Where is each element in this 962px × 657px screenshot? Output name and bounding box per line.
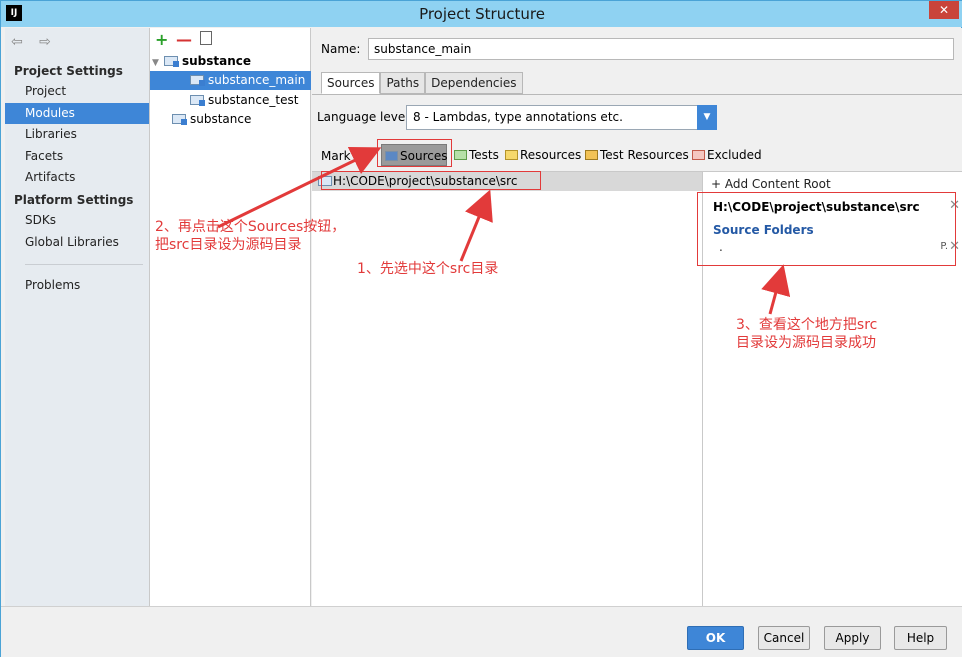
help-button[interactable]: Help [894,626,947,650]
mark-tests-button[interactable]: Tests [451,144,499,166]
test-resources-folder-icon [585,150,598,160]
tab-sources[interactable]: Sources [321,72,381,94]
highlight-content-root-box [697,192,956,266]
dialog-button-bar: OK Cancel Apply Help [1,606,962,657]
resources-folder-icon [505,150,518,160]
module-folder-icon [164,56,179,67]
tree-item-substance-second[interactable]: substance [172,110,251,129]
add-content-root-button[interactable]: + Add Content Root [711,177,831,191]
window-close-button[interactable]: ✕ [929,1,959,19]
module-name-input[interactable]: substance_main [368,38,954,60]
title-bar: IJ Project Structure ✕ [1,1,962,27]
add-icon[interactable]: + [155,30,168,49]
cancel-button[interactable]: Cancel [758,626,810,650]
nav-item-problems[interactable]: Problems [5,275,149,296]
mark-as-label: Mark as: [321,149,373,163]
nav-item-global-libraries[interactable]: Global Libraries [5,232,149,253]
highlight-sources-button-box [377,139,452,167]
tab-divider [312,94,962,95]
tree-item-substance-root[interactable]: ▼ substance [152,52,251,71]
tab-paths[interactable]: Paths [380,72,426,94]
source-tree-pane: H:\CODE\project\substance\src [312,171,702,606]
back-forward-arrows[interactable]: ⇦ ⇨ [11,34,57,50]
nav-divider [25,264,143,265]
annotation-step2-line1: 2、再点击这个Sources按钮， [155,219,346,235]
nav-item-project[interactable]: Project [5,81,149,102]
window-title: Project Structure [419,5,545,23]
module-tree-panel: + — ▼ substance substance_main substance_… [149,28,311,606]
settings-nav: ⇦ ⇨ Project Settings Project Modules Lib… [5,28,149,606]
nav-section-project-settings: Project Settings [14,64,123,78]
nav-item-facets[interactable]: Facets [5,146,149,167]
nav-item-modules[interactable]: Modules [5,103,149,124]
nav-item-artifacts[interactable]: Artifacts [5,167,149,188]
module-tabs: Sources Paths Dependencies [321,72,523,94]
annotation-step1: 1、先选中这个src目录 [357,261,499,277]
tests-folder-icon [454,150,467,160]
module-folder-icon [190,75,205,86]
nav-item-libraries[interactable]: Libraries [5,124,149,145]
annotation-step2-line2: 把src目录设为源码目录 [155,237,302,253]
copy-icon[interactable] [200,31,212,45]
language-level-select[interactable]: 8 - Lambdas, type annotations etc. ▼ [406,105,717,130]
module-folder-icon [172,114,187,125]
tab-dependencies[interactable]: Dependencies [425,72,523,94]
remove-icon[interactable]: — [176,30,192,49]
tree-item-substance-main[interactable]: substance_main [150,71,311,90]
mark-test-resources-button[interactable]: Test Resources [582,144,689,166]
excluded-folder-icon [692,150,705,160]
mark-excluded-button[interactable]: Excluded [689,144,762,166]
language-level-label: Language level: [317,110,413,124]
module-folder-icon [190,95,205,106]
ok-button[interactable]: OK [687,626,744,650]
highlight-src-row-box [321,171,541,190]
tree-item-substance-test[interactable]: substance_test [190,91,298,110]
apply-button[interactable]: Apply [824,626,881,650]
name-label: Name: [321,42,361,56]
mark-resources-button[interactable]: Resources [502,144,581,166]
nav-section-platform-settings: Platform Settings [14,193,134,207]
annotation-step3-line1: 3、查看这个地方把src [736,317,878,333]
nav-item-sdks[interactable]: SDKs [5,210,149,231]
annotation-step3-line2: 目录设为源码目录成功 [736,335,876,351]
chevron-down-icon[interactable]: ▼ [697,105,717,130]
